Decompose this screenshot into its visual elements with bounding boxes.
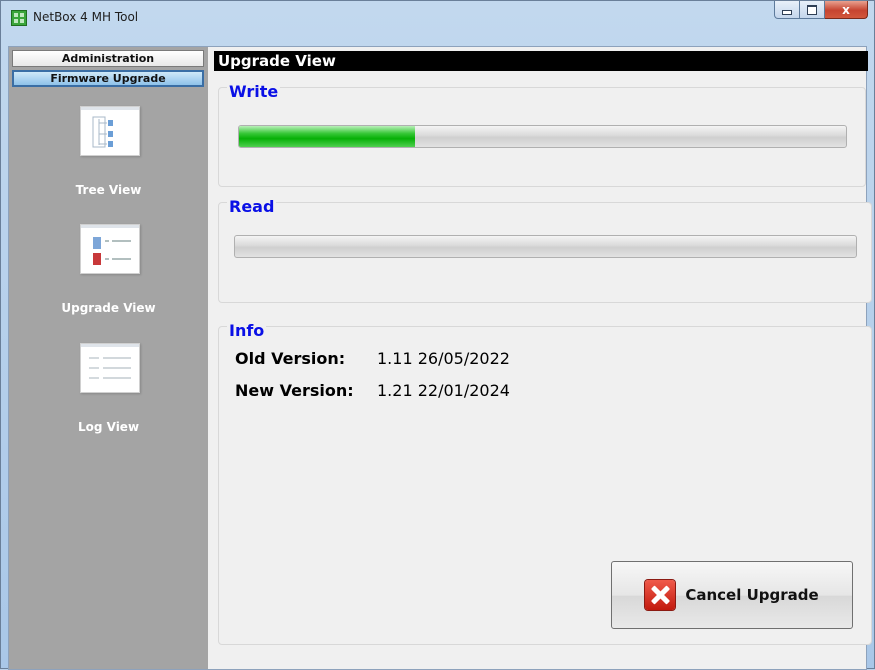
minimize-icon — [782, 10, 792, 15]
info-title: Info — [227, 321, 267, 340]
cancel-icon — [645, 580, 676, 610]
maximize-icon — [807, 4, 817, 15]
window-controls: x — [774, 1, 868, 21]
minimize-button[interactable] — [774, 1, 800, 19]
sidebar: Administration Firmware Upgrade Tree Vie… — [9, 47, 208, 669]
administration-button[interactable]: Administration — [12, 50, 204, 67]
read-group: Read — [218, 197, 872, 303]
title-bar[interactable]: NetBox 4 MH Tool x — [1, 1, 874, 39]
firmware-upgrade-button[interactable]: Firmware Upgrade — [12, 70, 204, 87]
main-panel: Upgrade View Write Read Info Old Version — [214, 47, 872, 669]
new-version-row: New Version: 1.21 22/01/2024 — [235, 381, 510, 400]
write-progress-fill — [239, 126, 416, 147]
app-icon — [11, 10, 27, 26]
close-button[interactable]: x — [825, 1, 868, 19]
cancel-upgrade-label: Cancel Upgrade — [685, 586, 819, 604]
client-area: Administration Firmware Upgrade Tree Vie… — [8, 46, 872, 670]
window-title: NetBox 4 MH Tool — [33, 10, 139, 24]
new-version-value: 1.21 22/01/2024 — [377, 381, 510, 400]
maximize-button[interactable] — [800, 1, 825, 19]
nav-label-upgrade-view[interactable]: Upgrade View — [9, 301, 208, 315]
write-title: Write — [227, 82, 281, 101]
old-version-label: Old Version: — [235, 349, 346, 368]
app-window: NetBox 4 MH Tool x Administration Firmwa… — [0, 0, 875, 670]
log-view-icon[interactable] — [80, 343, 140, 393]
tree-view-icon[interactable] — [80, 106, 140, 156]
write-progress-bar — [238, 125, 847, 148]
nav-label-log-view[interactable]: Log View — [9, 420, 208, 434]
upgrade-view-icon[interactable] — [80, 224, 140, 274]
read-progress-bar — [234, 235, 857, 258]
read-title: Read — [227, 197, 277, 216]
page-title: Upgrade View — [214, 51, 868, 71]
write-group: Write — [218, 82, 866, 187]
close-icon: x — [842, 2, 850, 17]
new-version-label: New Version: — [235, 381, 354, 400]
nav-label-tree-view[interactable]: Tree View — [9, 183, 208, 197]
old-version-row: Old Version: 1.11 26/05/2022 — [235, 349, 510, 368]
cancel-upgrade-button[interactable]: Cancel Upgrade — [611, 561, 853, 629]
old-version-value: 1.11 26/05/2022 — [377, 349, 510, 368]
